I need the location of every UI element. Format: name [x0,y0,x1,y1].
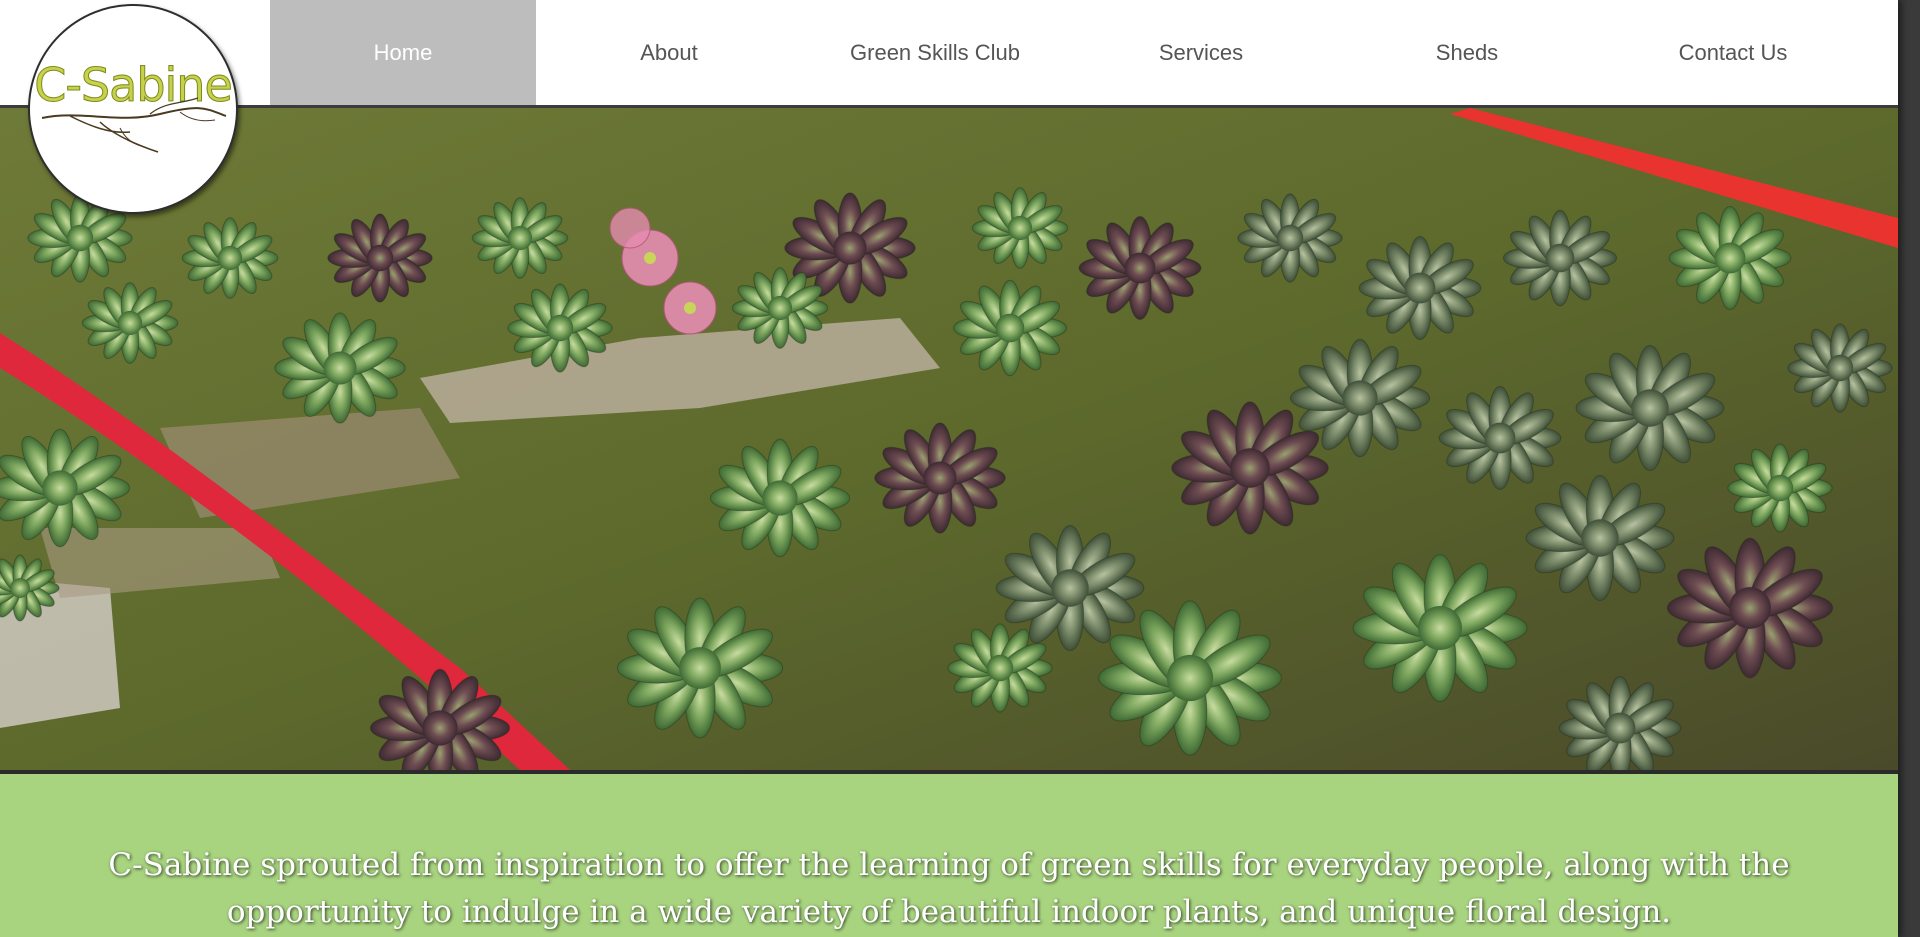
site-logo[interactable]: C-Sabine [28,4,238,214]
tagline-line-2: opportunity to indulge in a wide variety… [226,894,1672,930]
main-navigation: Home About Green Skills Club Services Sh… [270,0,1898,105]
tagline: C-Sabine sprouted from inspiration to of… [60,842,1838,936]
nav-services[interactable]: Services [1068,0,1334,105]
nav-home[interactable]: Home [270,0,536,105]
nav-about[interactable]: About [536,0,802,105]
nav-green-skills-club[interactable]: Green Skills Club [802,0,1068,105]
intro-banner: C-Sabine sprouted from inspiration to of… [0,770,1898,937]
nav-sheds[interactable]: Sheds [1334,0,1600,105]
page: Home About Green Skills Club Services Sh… [0,0,1898,937]
site-header: Home About Green Skills Club Services Sh… [0,0,1898,108]
hero-image [0,108,1898,770]
branch-logo-icon [41,97,227,153]
succulent-garden-photo [0,108,1898,770]
nav-contact-us[interactable]: Contact Us [1600,0,1866,105]
tagline-line-1: C-Sabine sprouted from inspiration to of… [108,847,1790,883]
